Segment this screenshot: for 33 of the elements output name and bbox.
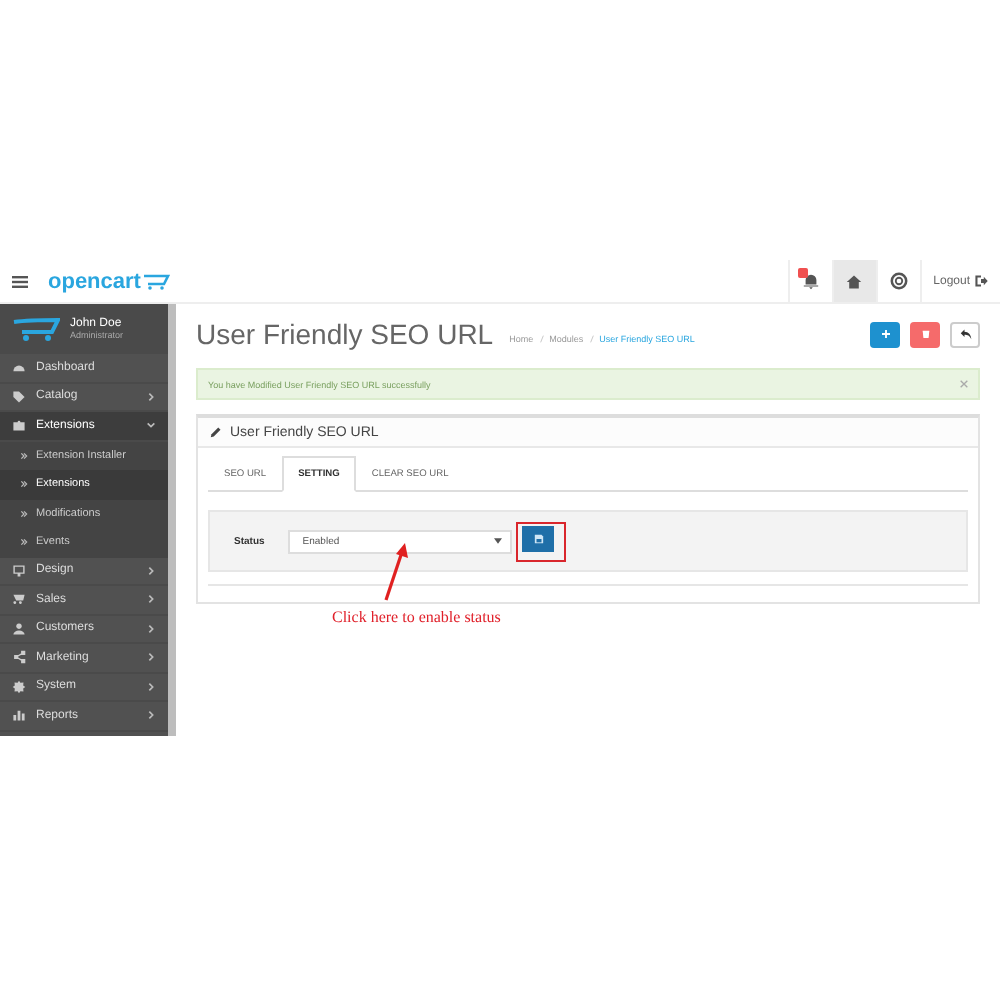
monitor-icon xyxy=(12,563,26,578)
share-icon xyxy=(12,650,26,665)
home-icon xyxy=(846,273,863,289)
scrollbar[interactable] xyxy=(168,304,176,736)
add-button[interactable] xyxy=(870,321,900,347)
annotation-arrow xyxy=(382,542,410,602)
save-button[interactable] xyxy=(522,525,555,551)
chart-icon xyxy=(12,708,26,723)
double-chevron-icon xyxy=(20,480,28,489)
reply-arrow-icon xyxy=(959,328,971,340)
menu-icon[interactable] xyxy=(12,275,28,287)
back-button[interactable] xyxy=(950,321,980,347)
double-chevron-icon xyxy=(20,451,28,460)
pencil-icon xyxy=(210,426,222,438)
plus-icon xyxy=(881,330,889,338)
save-icon xyxy=(533,533,544,543)
home-button[interactable] xyxy=(831,260,876,302)
close-icon xyxy=(960,380,968,388)
person-icon xyxy=(12,621,26,636)
page-title: User Friendly SEO URL xyxy=(196,318,494,350)
cart-icon xyxy=(12,317,60,341)
double-chevron-icon xyxy=(20,538,28,547)
caret-icon xyxy=(494,538,503,544)
gear-icon xyxy=(12,679,26,694)
cart-icon xyxy=(142,273,171,289)
annotation-text: Click here to enable status xyxy=(332,608,501,626)
double-chevron-icon xyxy=(20,509,28,518)
trash-icon xyxy=(921,330,929,338)
tag-icon xyxy=(12,389,26,404)
cart-icon xyxy=(12,592,26,607)
dashboard-icon xyxy=(12,360,26,375)
delete-button[interactable] xyxy=(910,321,940,347)
sign-out-icon xyxy=(974,274,988,288)
